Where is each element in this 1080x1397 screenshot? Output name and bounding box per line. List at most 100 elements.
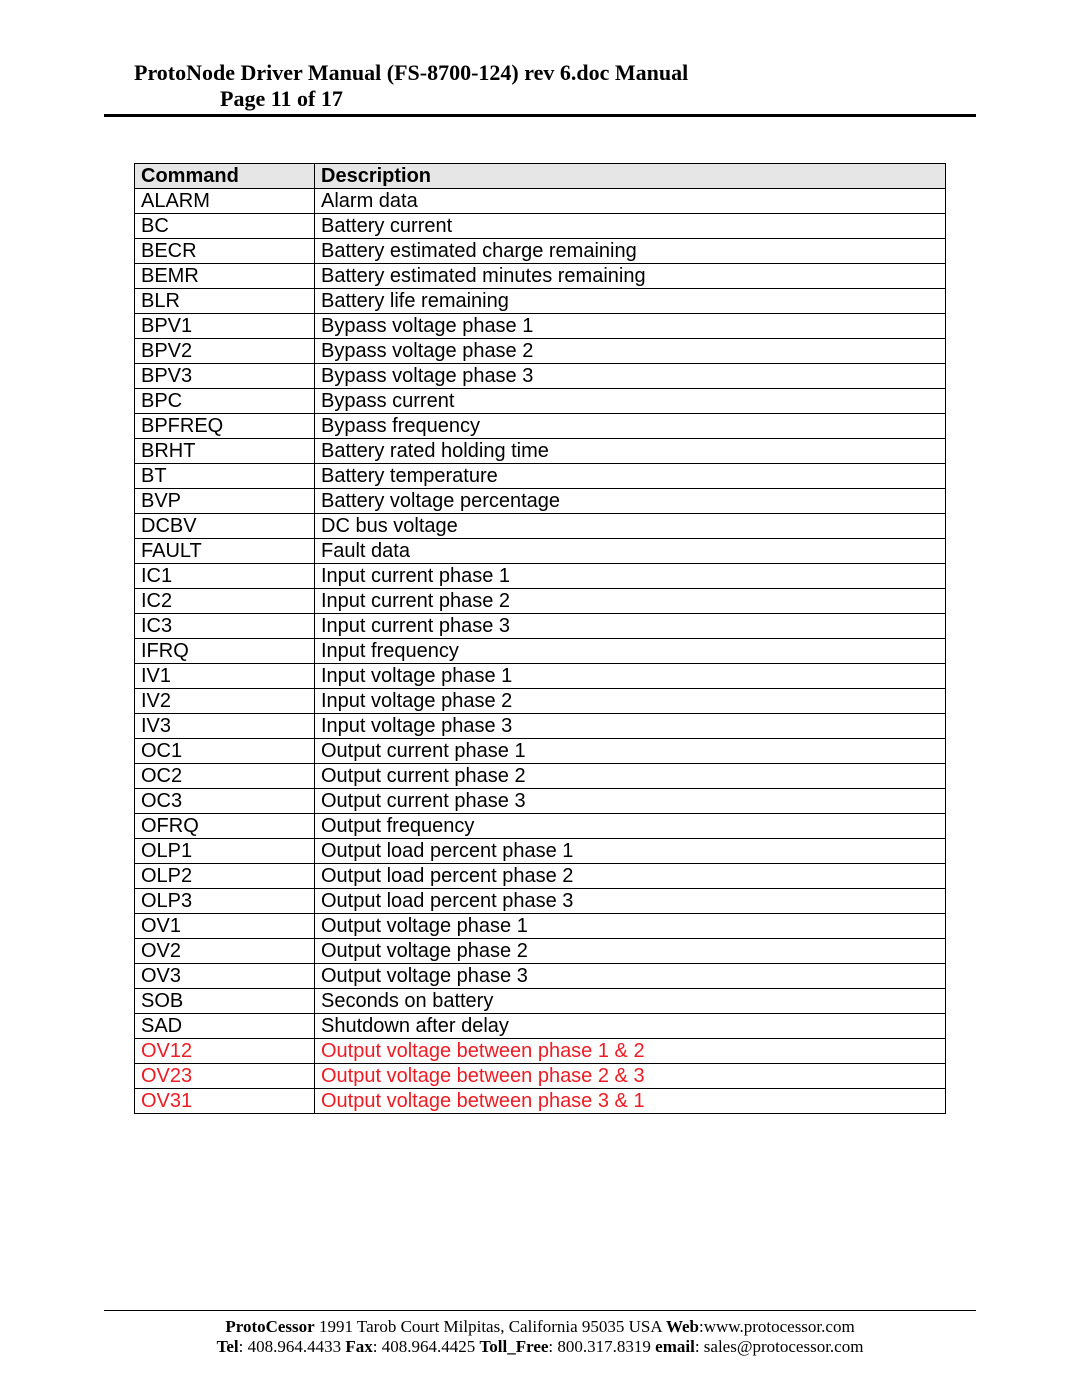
page-header: ProtoNode Driver Manual (FS-8700-124) re… bbox=[104, 60, 976, 117]
table-row: IV1Input voltage phase 1 bbox=[135, 664, 946, 689]
cell-command: OV12 bbox=[135, 1039, 315, 1064]
table-row: BPV3Bypass voltage phase 3 bbox=[135, 364, 946, 389]
cell-command: BVP bbox=[135, 489, 315, 514]
footer-address: 1991 Tarob Court Milpitas, California 95… bbox=[315, 1317, 666, 1336]
footer-tollfree-value: : 800.317.8319 bbox=[548, 1337, 655, 1356]
table-row: BCBattery current bbox=[135, 214, 946, 239]
footer-fax-value: : 408.964.4425 bbox=[373, 1337, 480, 1356]
table-row: BLRBattery life remaining bbox=[135, 289, 946, 314]
table-row: OV31Output voltage between phase 3 & 1 bbox=[135, 1089, 946, 1114]
cell-description: Input current phase 3 bbox=[315, 614, 946, 639]
cell-description: Battery estimated minutes remaining bbox=[315, 264, 946, 289]
cell-command: BPV1 bbox=[135, 314, 315, 339]
cell-description: Input current phase 2 bbox=[315, 589, 946, 614]
footer-fax-label: Fax bbox=[345, 1337, 372, 1356]
table-row: OC2Output current phase 2 bbox=[135, 764, 946, 789]
cell-description: Input voltage phase 1 bbox=[315, 664, 946, 689]
cell-description: Input frequency bbox=[315, 639, 946, 664]
table-header-row: Command Description bbox=[135, 164, 946, 189]
document-title: ProtoNode Driver Manual (FS-8700-124) re… bbox=[104, 60, 976, 86]
table-row: FAULTFault data bbox=[135, 539, 946, 564]
cell-description: Bypass voltage phase 3 bbox=[315, 364, 946, 389]
table-row: BPV1Bypass voltage phase 1 bbox=[135, 314, 946, 339]
footer-company: ProtoCessor bbox=[225, 1317, 314, 1336]
cell-description: Shutdown after delay bbox=[315, 1014, 946, 1039]
cell-description: Battery life remaining bbox=[315, 289, 946, 314]
table-row: OC1Output current phase 1 bbox=[135, 739, 946, 764]
cell-command: OLP3 bbox=[135, 889, 315, 914]
cell-command: OV3 bbox=[135, 964, 315, 989]
cell-command: OC3 bbox=[135, 789, 315, 814]
table-row: OV23Output voltage between phase 2 & 3 bbox=[135, 1064, 946, 1089]
cell-command: IC3 bbox=[135, 614, 315, 639]
cell-description: Seconds on battery bbox=[315, 989, 946, 1014]
table-row: IV2Input voltage phase 2 bbox=[135, 689, 946, 714]
cell-description: Output voltage between phase 2 & 3 bbox=[315, 1064, 946, 1089]
table-row: BECRBattery estimated charge remaining bbox=[135, 239, 946, 264]
table-row: BPV2Bypass voltage phase 2 bbox=[135, 339, 946, 364]
cell-command: OV23 bbox=[135, 1064, 315, 1089]
table-row: IC1Input current phase 1 bbox=[135, 564, 946, 589]
footer-tel-value: : 408.964.4433 bbox=[239, 1337, 346, 1356]
command-table-wrap: Command Description ALARMAlarm dataBCBat… bbox=[104, 163, 976, 1114]
cell-description: Alarm data bbox=[315, 189, 946, 214]
table-row: IFRQInput frequency bbox=[135, 639, 946, 664]
header-rule bbox=[104, 114, 976, 117]
cell-description: Battery estimated charge remaining bbox=[315, 239, 946, 264]
cell-command: OFRQ bbox=[135, 814, 315, 839]
footer-email-label: email bbox=[655, 1337, 695, 1356]
table-row: OLP1Output load percent phase 1 bbox=[135, 839, 946, 864]
table-row: DCBVDC bus voltage bbox=[135, 514, 946, 539]
cell-description: DC bus voltage bbox=[315, 514, 946, 539]
cell-description: Battery voltage percentage bbox=[315, 489, 946, 514]
table-row: OLP2Output load percent phase 2 bbox=[135, 864, 946, 889]
cell-description: Output load percent phase 2 bbox=[315, 864, 946, 889]
cell-command: IV1 bbox=[135, 664, 315, 689]
cell-description: Battery temperature bbox=[315, 464, 946, 489]
cell-description: Output voltage between phase 3 & 1 bbox=[315, 1089, 946, 1114]
cell-command: BRHT bbox=[135, 439, 315, 464]
cell-command: BLR bbox=[135, 289, 315, 314]
cell-description: Battery rated holding time bbox=[315, 439, 946, 464]
footer-email-value: : sales@protocessor.com bbox=[695, 1337, 864, 1356]
cell-command: FAULT bbox=[135, 539, 315, 564]
cell-command: SAD bbox=[135, 1014, 315, 1039]
table-row: BPFREQBypass frequency bbox=[135, 414, 946, 439]
cell-command: BPFREQ bbox=[135, 414, 315, 439]
table-row: IC3Input current phase 3 bbox=[135, 614, 946, 639]
cell-description: Output voltage phase 2 bbox=[315, 939, 946, 964]
table-row: ALARMAlarm data bbox=[135, 189, 946, 214]
cell-command: BC bbox=[135, 214, 315, 239]
cell-description: Output current phase 2 bbox=[315, 764, 946, 789]
table-row: OC3Output current phase 3 bbox=[135, 789, 946, 814]
cell-description: Output current phase 1 bbox=[315, 739, 946, 764]
footer-web-label: Web bbox=[666, 1317, 699, 1336]
table-row: IC2Input current phase 2 bbox=[135, 589, 946, 614]
table-row: IV3Input voltage phase 3 bbox=[135, 714, 946, 739]
cell-command: OV31 bbox=[135, 1089, 315, 1114]
table-row: OV12Output voltage between phase 1 & 2 bbox=[135, 1039, 946, 1064]
cell-command: BECR bbox=[135, 239, 315, 264]
page-footer: ProtoCessor 1991 Tarob Court Milpitas, C… bbox=[104, 1310, 976, 1357]
cell-command: IV3 bbox=[135, 714, 315, 739]
cell-command: IC2 bbox=[135, 589, 315, 614]
table-row: SOBSeconds on battery bbox=[135, 989, 946, 1014]
table-row: BPCBypass current bbox=[135, 389, 946, 414]
footer-line-2: Tel: 408.964.4433 Fax: 408.964.4425 Toll… bbox=[104, 1337, 976, 1357]
cell-description: Bypass voltage phase 1 bbox=[315, 314, 946, 339]
cell-command: SOB bbox=[135, 989, 315, 1014]
table-row: BVPBattery voltage percentage bbox=[135, 489, 946, 514]
cell-command: OLP2 bbox=[135, 864, 315, 889]
col-header-description: Description bbox=[315, 164, 946, 189]
cell-command: OC1 bbox=[135, 739, 315, 764]
footer-rule bbox=[104, 1310, 976, 1311]
cell-command: BPV3 bbox=[135, 364, 315, 389]
cell-description: Bypass frequency bbox=[315, 414, 946, 439]
cell-description: Bypass current bbox=[315, 389, 946, 414]
table-row: SADShutdown after delay bbox=[135, 1014, 946, 1039]
table-row: OFRQOutput frequency bbox=[135, 814, 946, 839]
page-indicator: Page 11 of 17 bbox=[104, 86, 976, 112]
cell-command: IFRQ bbox=[135, 639, 315, 664]
cell-command: OC2 bbox=[135, 764, 315, 789]
cell-description: Output voltage between phase 1 & 2 bbox=[315, 1039, 946, 1064]
